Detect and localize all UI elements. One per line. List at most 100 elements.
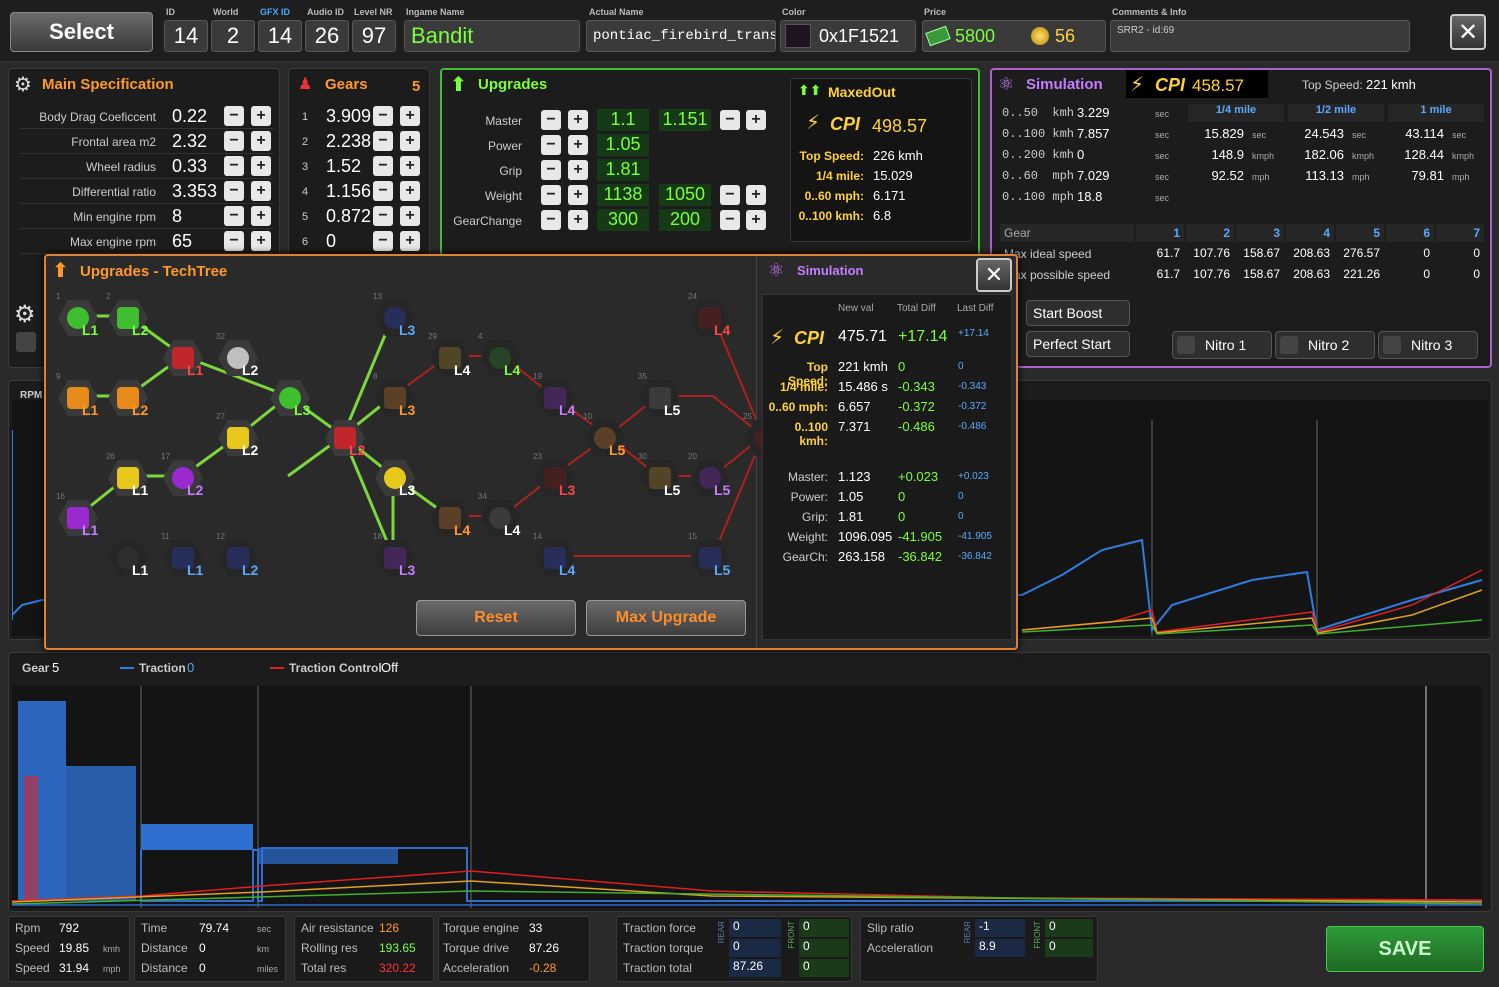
row-divider (20, 203, 274, 204)
price-cash: 5800 (955, 25, 996, 46)
tt-row-value: 1.123 (838, 469, 871, 484)
gear-ratio: 1.52 (326, 156, 362, 176)
gear-minus-button[interactable]: − (373, 206, 393, 226)
spec-minus-button[interactable]: − (224, 206, 244, 226)
double-arrow-icon: ⬆⬆ (798, 82, 822, 98)
upgrade-max-plus-button[interactable]: + (746, 185, 766, 205)
max-upgrade-button[interactable]: Max Upgrade (586, 600, 746, 636)
node-level: L5 (664, 402, 681, 418)
tc-legend-line (270, 667, 284, 669)
node-level: L1 (132, 562, 149, 578)
gear-minus-button[interactable]: − (373, 131, 393, 151)
spec-plus-button[interactable]: + (251, 231, 271, 251)
close-button[interactable]: ✕ (1450, 14, 1486, 50)
upgrade-plus-button[interactable]: + (568, 185, 588, 205)
upgrade-plus-button[interactable]: + (568, 160, 588, 180)
perfect-start-button[interactable]: Perfect Start (1026, 331, 1130, 357)
tt-row-last: -0.372 (958, 401, 987, 412)
reset-button[interactable]: Reset (416, 600, 576, 636)
tt-close-button[interactable]: ✕ (976, 258, 1012, 292)
possible-speed-label: Max possible speed (1004, 268, 1111, 282)
gear-plus-button[interactable]: + (400, 156, 420, 176)
tt-row-total: -0.343 (898, 379, 935, 394)
upgrade-plus-button[interactable]: + (568, 135, 588, 155)
stats-traction-box: Traction force 0 0 Traction torque 0 0 Tractio… (616, 916, 852, 982)
maxed-title: MaxedOut (828, 84, 896, 100)
field-value[interactable]: 97 (352, 20, 396, 52)
spec-plus-button[interactable]: + (251, 131, 271, 151)
price-field[interactable]: 5800 56 (922, 20, 1106, 52)
save-button[interactable]: SAVE (1326, 926, 1484, 972)
gear-plus-button[interactable]: + (400, 131, 420, 151)
mile-unit: mph (1452, 172, 1470, 182)
comments-field[interactable]: SRR2 - id:69 (1110, 20, 1410, 52)
ingame-name-field[interactable]: Bandit (404, 20, 580, 52)
field-value[interactable]: 14 (258, 20, 302, 52)
color-field[interactable]: 0x1F1521 (780, 20, 916, 52)
gear-minus-button[interactable]: − (373, 156, 393, 176)
traction-value: 0 (187, 660, 195, 675)
spec-value: 8 (172, 206, 183, 226)
stat-label: Torque drive (443, 941, 510, 955)
gear-minus-button[interactable]: − (373, 231, 393, 251)
upgrade-minus-button[interactable]: − (541, 135, 561, 155)
nitro-checkbox[interactable] (1280, 336, 1298, 354)
upgrade-max-minus-button[interactable]: − (720, 110, 740, 130)
gear-plus-button[interactable]: + (400, 181, 420, 201)
stat-value: 193.65 (379, 941, 416, 955)
actual-name-text: pontiac_firebird_transar (593, 28, 776, 44)
nitro-button[interactable]: Nitro 3 (1378, 331, 1478, 359)
spec-minus-button[interactable]: − (224, 106, 244, 126)
upgrade-max-plus-button[interactable]: + (746, 210, 766, 230)
upgrade-max-minus-button[interactable]: − (720, 185, 740, 205)
spec-plus-button[interactable]: + (251, 206, 271, 226)
stat-label: Traction torque (623, 941, 704, 955)
upgrade-max-plus-button[interactable]: + (746, 110, 766, 130)
upgrade-value: 1138 (597, 184, 649, 206)
upgrade-minus-button[interactable]: − (541, 210, 561, 230)
gear-plus-button[interactable]: + (400, 106, 420, 126)
accel-label: 0..100 mph (1002, 190, 1075, 204)
nitro-button[interactable]: Nitro 1 (1172, 331, 1272, 359)
color-swatch[interactable] (785, 24, 811, 48)
field-value[interactable]: 14 (164, 20, 208, 52)
upgrade-minus-button[interactable]: − (541, 110, 561, 130)
spec-plus-button[interactable]: + (251, 181, 271, 201)
spec-plus-button[interactable]: + (251, 106, 271, 126)
field-value[interactable]: 26 (305, 20, 349, 52)
spec-plus-button[interactable]: + (251, 156, 271, 176)
spec-minus-button[interactable]: − (224, 181, 244, 201)
maxed-label: 0..60 mph: (804, 189, 864, 203)
nitro-button[interactable]: Nitro 2 (1275, 331, 1375, 359)
field-value[interactable]: 2 (211, 20, 255, 52)
stat-rear-value: 0 (729, 919, 781, 937)
upgrade-plus-button[interactable]: + (568, 110, 588, 130)
upgrade-plus-button[interactable]: + (568, 210, 588, 230)
settings-toggle[interactable] (16, 332, 36, 352)
nitro-checkbox[interactable] (1177, 336, 1195, 354)
field-label: Level NR (354, 7, 393, 17)
mile-unit: kmph (1252, 151, 1275, 161)
main-spec-title: Main Specification (42, 76, 174, 93)
gear-minus-button[interactable]: − (373, 106, 393, 126)
upgrade-minus-button[interactable]: − (541, 185, 561, 205)
maxed-cpi-value: 498.57 (872, 116, 928, 136)
upgrade-minus-button[interactable]: − (541, 160, 561, 180)
spec-minus-button[interactable]: − (224, 131, 244, 151)
gear-plus-button[interactable]: + (400, 231, 420, 251)
gear-label: Gear (22, 661, 50, 675)
gear-plus-button[interactable]: + (400, 206, 420, 226)
gear-minus-button[interactable]: − (373, 181, 393, 201)
gear-header-cell: 6 (1386, 224, 1434, 242)
start-boost-button[interactable]: Start Boost (1026, 300, 1130, 326)
tt-row-total: -36.842 (898, 549, 943, 564)
upgrade-max-minus-button[interactable]: − (720, 210, 740, 230)
settings-icon[interactable]: ⚙ (14, 300, 36, 329)
spec-minus-button[interactable]: − (224, 156, 244, 176)
stat-value: 31.94 (59, 961, 90, 975)
spec-minus-button[interactable]: − (224, 231, 244, 251)
actual-name-field[interactable]: pontiac_firebird_transar 975 (586, 20, 776, 52)
nitro-checkbox[interactable] (1383, 336, 1401, 354)
select-button[interactable]: Select (10, 12, 153, 52)
node-number: 27 (216, 412, 225, 421)
